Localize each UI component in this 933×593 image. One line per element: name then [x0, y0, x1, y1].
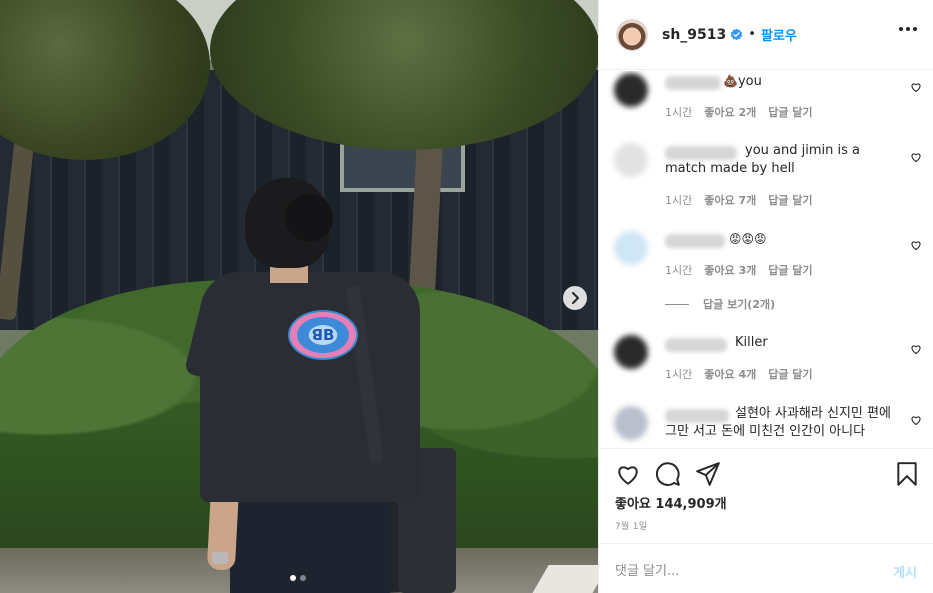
verified-badge-icon: [731, 28, 743, 41]
more-dot: [906, 27, 910, 31]
comment-icon[interactable]: [655, 461, 681, 487]
comment-meta: 1시간 좋아요 4개 답글 달기: [665, 366, 813, 382]
bookmark-icon[interactable]: [894, 461, 920, 487]
commenter-username[interactable]: [665, 76, 721, 90]
person-pants: [230, 490, 390, 593]
comment-reply-button[interactable]: 답글 달기: [768, 192, 812, 208]
header-separator: •: [748, 27, 756, 42]
shirt-logo-badge: ꓭB: [288, 310, 358, 360]
comment-reply-button[interactable]: 답글 달기: [768, 104, 812, 120]
post-side-panel: sh_9513 • 팔로우 💩you 1시간 좋아요 2개 답글 달기 you …: [598, 0, 933, 593]
comment-body: you and jimin is a match made by hell: [665, 143, 860, 176]
commenter-avatar[interactable]: [614, 406, 648, 440]
post-header: sh_9513 • 팔로우: [599, 0, 933, 70]
comment-reply-button[interactable]: 답글 달기: [768, 262, 812, 278]
commenter-avatar[interactable]: [614, 73, 648, 107]
heart-icon[interactable]: [910, 343, 922, 355]
commenter-avatar[interactable]: [614, 143, 648, 177]
comment-likes[interactable]: 좋아요 4개: [704, 366, 756, 382]
comment-reply-button[interactable]: 답글 달기: [768, 366, 812, 382]
carousel-dots: [290, 575, 306, 581]
heart-icon[interactable]: [910, 239, 922, 251]
comment-likes[interactable]: 좋아요 7개: [704, 192, 756, 208]
author-username[interactable]: sh_9513: [662, 27, 726, 43]
comments-list[interactable]: 💩you 1시간 좋아요 2개 답글 달기 you and jimin is a…: [599, 71, 933, 448]
shirt-logo-mark: ꓭB: [311, 326, 335, 344]
heart-icon[interactable]: [910, 414, 922, 426]
view-replies-label: 답글 보기(2개): [703, 298, 776, 311]
replies-line: [665, 303, 689, 305]
person-shirt: [200, 272, 420, 502]
follow-button[interactable]: 팔로우: [761, 25, 797, 44]
comment-meta: 1시간 좋아요 2개 답글 달기: [665, 104, 813, 120]
comment-likes[interactable]: 좋아요 2개: [704, 104, 756, 120]
comment-text: 😡😡😡: [729, 230, 829, 249]
comment-time[interactable]: 1시간: [665, 104, 692, 120]
carousel-next-button[interactable]: [563, 286, 587, 310]
commenter-username[interactable]: [665, 234, 725, 248]
comment-emoji: 💩: [723, 74, 738, 88]
comment-time[interactable]: 1시간: [665, 366, 692, 382]
more-dot: [913, 27, 917, 31]
carousel-dot-active: [290, 575, 296, 581]
more-dot: [899, 27, 903, 31]
comment-text: 설현아 사과해라 신지민 편에 그만 서고 돈에 미친건 인간이 아니다: [665, 405, 905, 441]
comment-time[interactable]: 1시간: [665, 192, 692, 208]
commenter-avatar[interactable]: [614, 231, 648, 265]
post-actions: 좋아요 144,909개 7월 1일: [599, 448, 933, 543]
more-options-icon[interactable]: [899, 27, 917, 31]
comment-input[interactable]: [615, 560, 865, 582]
comment-body: Killer: [735, 335, 768, 350]
comment-text: 💩you: [723, 72, 873, 91]
comment-meta: 1시간 좋아요 7개 답글 달기: [665, 192, 813, 208]
photo-person: ꓭB: [183, 170, 460, 593]
heart-icon[interactable]: [910, 81, 922, 93]
carousel-dot: [300, 575, 306, 581]
share-icon[interactable]: [695, 461, 721, 487]
heart-icon[interactable]: [910, 151, 922, 163]
comment-text: you and jimin is a match made by hell: [665, 142, 880, 178]
comment-body: you: [737, 74, 762, 89]
comment-text: Killer: [735, 334, 855, 352]
post-comment-button[interactable]: 게시: [893, 562, 917, 581]
comment-composer: 게시: [599, 543, 933, 593]
comment-likes[interactable]: 좋아요 3개: [704, 262, 756, 278]
likes-count[interactable]: 좋아요 144,909개: [615, 493, 727, 512]
post-date[interactable]: 7월 1일: [615, 519, 647, 532]
person-hair-bun: [285, 194, 333, 242]
heart-icon[interactable]: [615, 461, 641, 487]
comment-emoji: 😡😡😡: [729, 232, 767, 246]
view-replies-button[interactable]: 답글 보기(2개): [665, 296, 775, 312]
person-watch: [212, 552, 228, 564]
comment-meta: 1시간 좋아요 3개 답글 달기: [665, 262, 813, 278]
comment-time[interactable]: 1시간: [665, 262, 692, 278]
chevron-right-icon: [572, 292, 579, 304]
author-avatar[interactable]: [616, 18, 648, 51]
commenter-avatar[interactable]: [614, 335, 648, 369]
commenter-username[interactable]: [665, 338, 727, 352]
post-photo[interactable]: ꓭB: [0, 0, 598, 593]
comment-body: 설현아 사과해라 신지민 편에 그만 서고 돈에 미친건 인간이 아니다: [665, 406, 891, 439]
